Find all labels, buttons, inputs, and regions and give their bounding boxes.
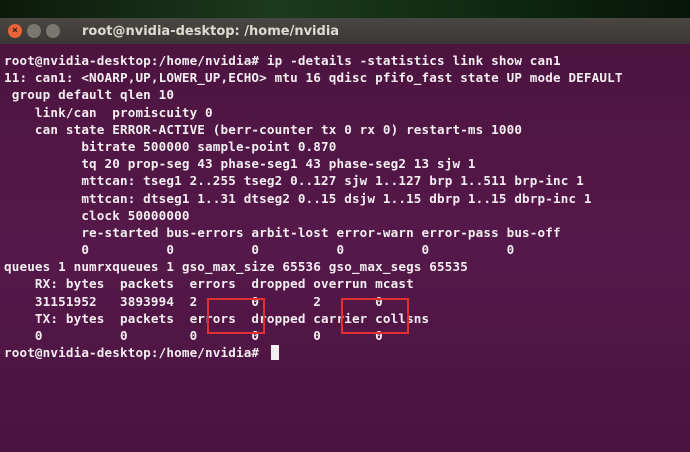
- terminal-line-rx-header: RX: bytes packets errors dropped overrun…: [4, 276, 414, 292]
- maximize-window-button[interactable]: [46, 24, 60, 38]
- terminal-line: mttcan: dtseg1 1..31 dtseg2 0..15 dsjw 1…: [4, 190, 592, 206]
- photo-background: × root@nvidia-desktop: /home/nvidia root…: [0, 0, 690, 452]
- minimize-window-button[interactable]: [27, 24, 41, 38]
- terminal-line: 0 0 0 0 0 0: [4, 242, 515, 258]
- text-cursor: [270, 345, 279, 361]
- terminal-line: clock 50000000: [4, 207, 190, 223]
- terminal-lines: root@nvidia-desktop:/home/nvidia# ip -de…: [4, 52, 623, 361]
- prompt-text: root@nvidia-desktop:/home/nvidia#: [4, 345, 267, 361]
- terminal-line: 11: can1: <NOARP,UP,LOWER_UP,ECHO> mtu 1…: [4, 70, 623, 86]
- window-title: root@nvidia-desktop: /home/nvidia: [82, 23, 340, 39]
- terminal-line: re-started bus-errors arbit-lost error-w…: [4, 224, 561, 240]
- terminal-line: queues 1 numrxqueues 1 gso_max_size 6553…: [4, 259, 468, 275]
- title-bar[interactable]: × root@nvidia-desktop: /home/nvidia: [0, 18, 690, 44]
- monitor-bezel: [0, 0, 690, 18]
- terminal-line-tx-values: 0 0 0 0 0 0: [4, 328, 383, 343]
- terminal-line: bitrate 500000 sample-point 0.870: [4, 138, 337, 154]
- terminal-line-prompt: root@nvidia-desktop:/home/nvidia#: [4, 344, 623, 361]
- terminal-window: × root@nvidia-desktop: /home/nvidia root…: [0, 18, 690, 452]
- terminal-output[interactable]: root@nvidia-desktop:/home/nvidia# ip -de…: [0, 44, 690, 452]
- close-window-button[interactable]: ×: [8, 24, 22, 38]
- terminal-line: mttcan: tseg1 2..255 tseg2 0..127 sjw 1.…: [4, 173, 584, 189]
- errors-highlight-box: [207, 298, 265, 334]
- overrun-highlight-box: [341, 298, 409, 334]
- terminal-line: link/can promiscuity 0: [4, 104, 213, 120]
- terminal-line: can state ERROR-ACTIVE (berr-counter tx …: [4, 121, 523, 137]
- terminal-line: group default qlen 10: [4, 87, 175, 103]
- close-icon: ×: [11, 25, 19, 36]
- terminal-line-rx-values: 31151952 3893994 2 0 2 0: [4, 293, 383, 309]
- terminal-line: tq 20 prop-seg 43 phase-seg1 43 phase-se…: [4, 156, 476, 172]
- terminal-line-command: root@nvidia-desktop:/home/nvidia# ip -de…: [4, 53, 561, 68]
- terminal-line-tx-header: TX: bytes packets errors dropped carrier…: [4, 310, 430, 326]
